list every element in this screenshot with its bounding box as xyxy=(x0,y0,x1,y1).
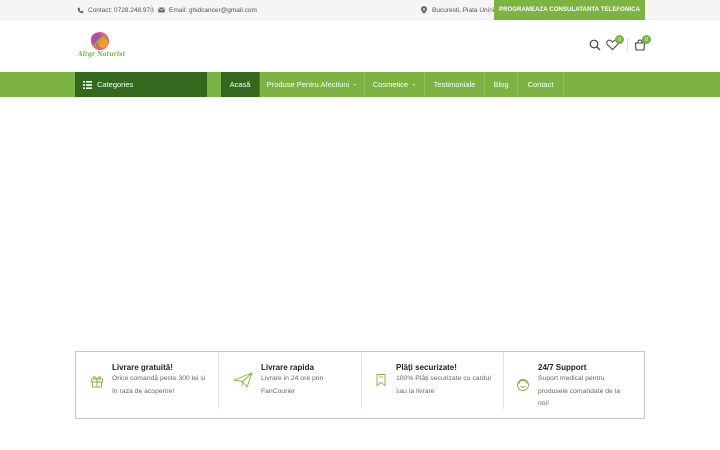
nav-item-blog[interactable]: Blog xyxy=(485,72,518,97)
wishlist-count-badge: 0 xyxy=(615,35,624,44)
phone-icon xyxy=(76,6,84,14)
gift-icon xyxy=(90,374,104,388)
feature-fast-delivery: Livrare rapida Livrare in 24 ore prin Fa… xyxy=(219,352,361,418)
nav-item-label: Acasă xyxy=(229,80,251,89)
logo-mark xyxy=(91,32,109,50)
feature-description: 100% Plăți securizate cu cardul sau la l… xyxy=(396,375,491,395)
nav-item-home[interactable]: Acasă xyxy=(221,72,260,97)
nav-item-contact[interactable]: Contact xyxy=(518,72,564,97)
nav-item-label: Blog xyxy=(493,80,509,89)
feature-secure-payments: Plăți securizate! 100% Plăți securizate … xyxy=(362,352,503,418)
logo-text: Altgr Naturist xyxy=(78,51,126,58)
contact-phone[interactable]: Contact: 0728.248.978 xyxy=(76,0,154,20)
nav-item-label: Testimoniale xyxy=(433,80,476,89)
nav-item-products[interactable]: Produse Pentru Afectiuni ⌄ xyxy=(260,72,365,97)
nav-item-label: Cosmetice xyxy=(372,80,409,89)
nav-item-testimonials[interactable]: Testimoniale xyxy=(425,72,485,97)
feature-title: Livrare rapida xyxy=(261,363,314,372)
bookmark-icon xyxy=(374,373,388,387)
divider xyxy=(627,38,628,52)
chevron-down-icon: ⌄ xyxy=(411,81,417,88)
feature-description: Livrare in 24 ore prin FanCourier xyxy=(261,375,324,395)
map-pin-icon xyxy=(420,6,428,14)
feature-title: Livrare gratuită! xyxy=(112,363,173,372)
envelope-icon xyxy=(157,6,165,14)
search-button[interactable] xyxy=(587,37,603,53)
nav-item-label: Produse Pentru Afectiuni xyxy=(266,80,350,89)
contact-phone-text: Contact: 0728.248.978 xyxy=(88,6,154,14)
top-bar: Contact: 0728.248.978 Email: ghidcancer@… xyxy=(0,0,720,20)
feature-description: Orice comandă peste 300 lei și în raza d… xyxy=(112,375,206,395)
site-logo[interactable]: Altgr Naturist xyxy=(76,31,126,61)
contact-email[interactable]: Email: ghidcancer@gmail.com xyxy=(157,0,257,20)
categories-menu-button[interactable]: Categories xyxy=(75,72,207,97)
divider xyxy=(489,5,490,15)
categories-label: Categories xyxy=(97,80,134,89)
hero-banner-area xyxy=(0,97,720,347)
nav-item-label: Contact xyxy=(527,80,554,89)
store-location[interactable]: Bucuresti, Piata Unirii xyxy=(420,0,494,20)
feature-title: 24/7 Support xyxy=(538,363,587,372)
nav-item-cosmetics[interactable]: Cosmetice ⌄ xyxy=(365,72,425,97)
paper-plane-icon xyxy=(232,372,253,388)
contact-email-text: Email: ghidcancer@gmail.com xyxy=(169,6,257,14)
store-location-text: Bucuresti, Piata Unirii xyxy=(432,6,495,14)
feature-title: Plăți securizate! xyxy=(396,363,457,372)
support-icon xyxy=(516,378,530,392)
feature-description: Suport medical pentru produsele comandat… xyxy=(538,375,620,407)
search-icon xyxy=(589,39,601,51)
features-strip: Livrare gratuită! Orice comandă peste 30… xyxy=(75,351,645,419)
list-icon xyxy=(83,80,92,89)
schedule-consultation-button[interactable]: PROGRAMEAZA CONSULATANTA TELEFONICA xyxy=(494,0,645,20)
cart-count-badge: 0 xyxy=(642,35,651,44)
feature-free-shipping: Livrare gratuită! Orice comandă peste 30… xyxy=(76,352,218,418)
divider xyxy=(151,5,152,15)
chevron-down-icon: ⌄ xyxy=(352,81,358,88)
feature-support: 24/7 Support Suport medical pentru produ… xyxy=(504,352,644,418)
